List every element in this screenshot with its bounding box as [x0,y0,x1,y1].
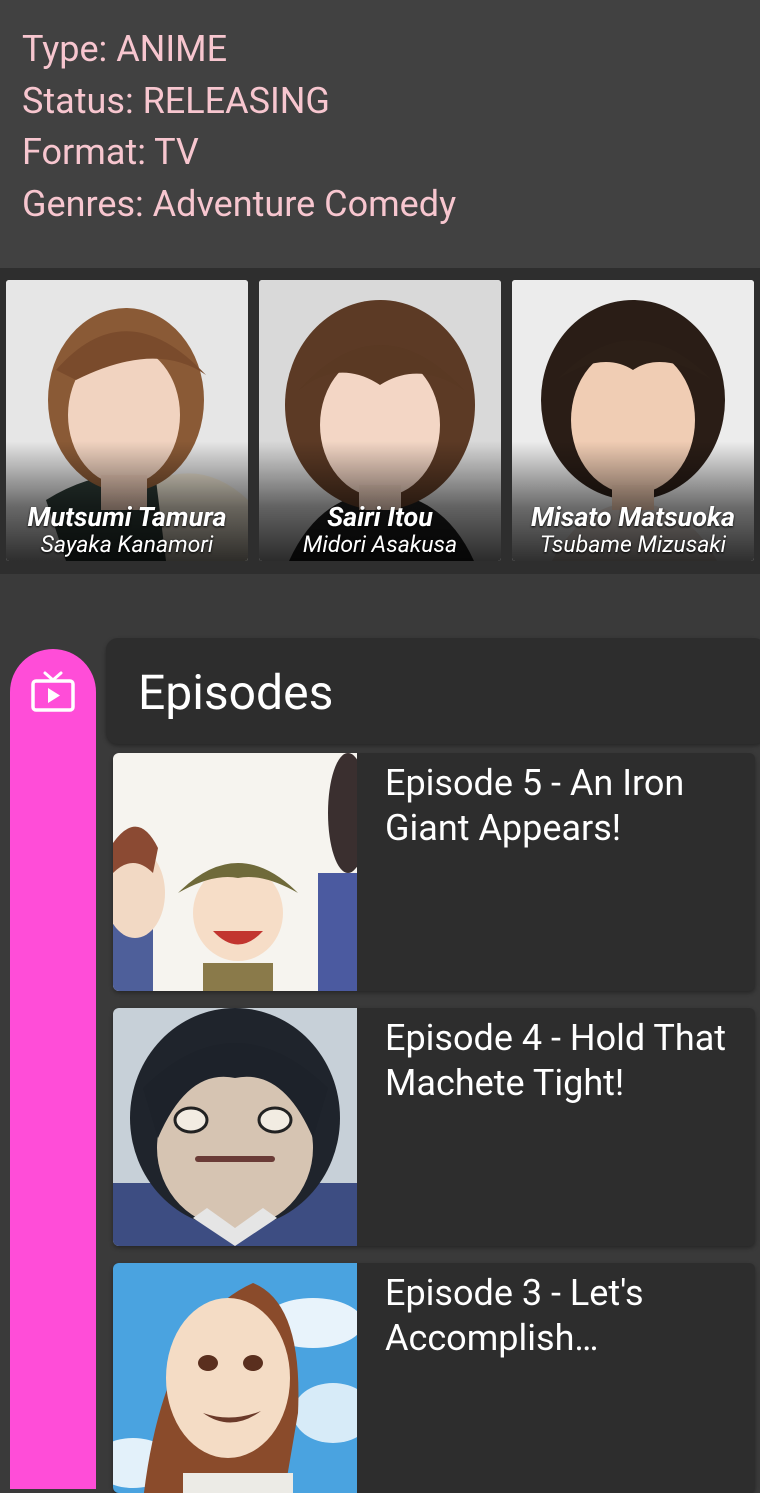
cast-name: Sairi Itou [327,501,433,533]
episode-thumbnail [113,1008,357,1246]
episodes-title: Episodes [138,664,334,721]
episode-card[interactable]: Episode 4 - Hold That Machete Tight! [113,1008,755,1246]
type-label: Type: ANIME [22,28,228,70]
cast-carousel[interactable]: Mutsumi Tamura Sayaka Kanamori Sairi Ito… [0,268,760,574]
cast-name: Mutsumi Tamura [27,501,227,533]
cast-role: Sayaka Kanamori [40,531,214,558]
cast-role: Tsubame Mizusaki [539,531,727,558]
episode-card[interactable]: Episode 3 - Let's Accomplish Something! [113,1263,755,1493]
episode-title: Episode 3 - Let's Accomplish Something! [385,1272,644,1359]
status-label: Status: RELEASING [22,79,330,122]
media-info-panel: Type: ANIME Status: RELEASING Format: TV… [0,0,760,268]
cast-card[interactable]: Mutsumi Tamura Sayaka Kanamori [6,280,248,561]
cast-card[interactable]: Sairi Itou Midori Asakusa [259,280,501,561]
episodes-header: Episodes [106,638,760,744]
cast-role: Midori Asakusa [302,531,458,558]
episode-thumbnail [113,753,357,991]
episode-title: Episode 5 - An Iron Giant Appears! [385,762,685,849]
section-rail [10,649,96,1489]
episode-card[interactable]: Episode 5 - An Iron Giant Appears! [113,753,755,991]
genres-label: Genres: Adventure Comedy [22,182,457,225]
cast-card[interactable]: Misato Matsuoka Tsubame Mizusaki [512,280,754,561]
episode-thumbnail [113,1263,357,1493]
cast-name: Misato Matsuoka [531,501,735,533]
episode-title: Episode 4 - Hold That Machete Tight! [385,1017,727,1104]
format-label: Format: TV [22,131,199,173]
tv-play-icon [31,671,75,712]
